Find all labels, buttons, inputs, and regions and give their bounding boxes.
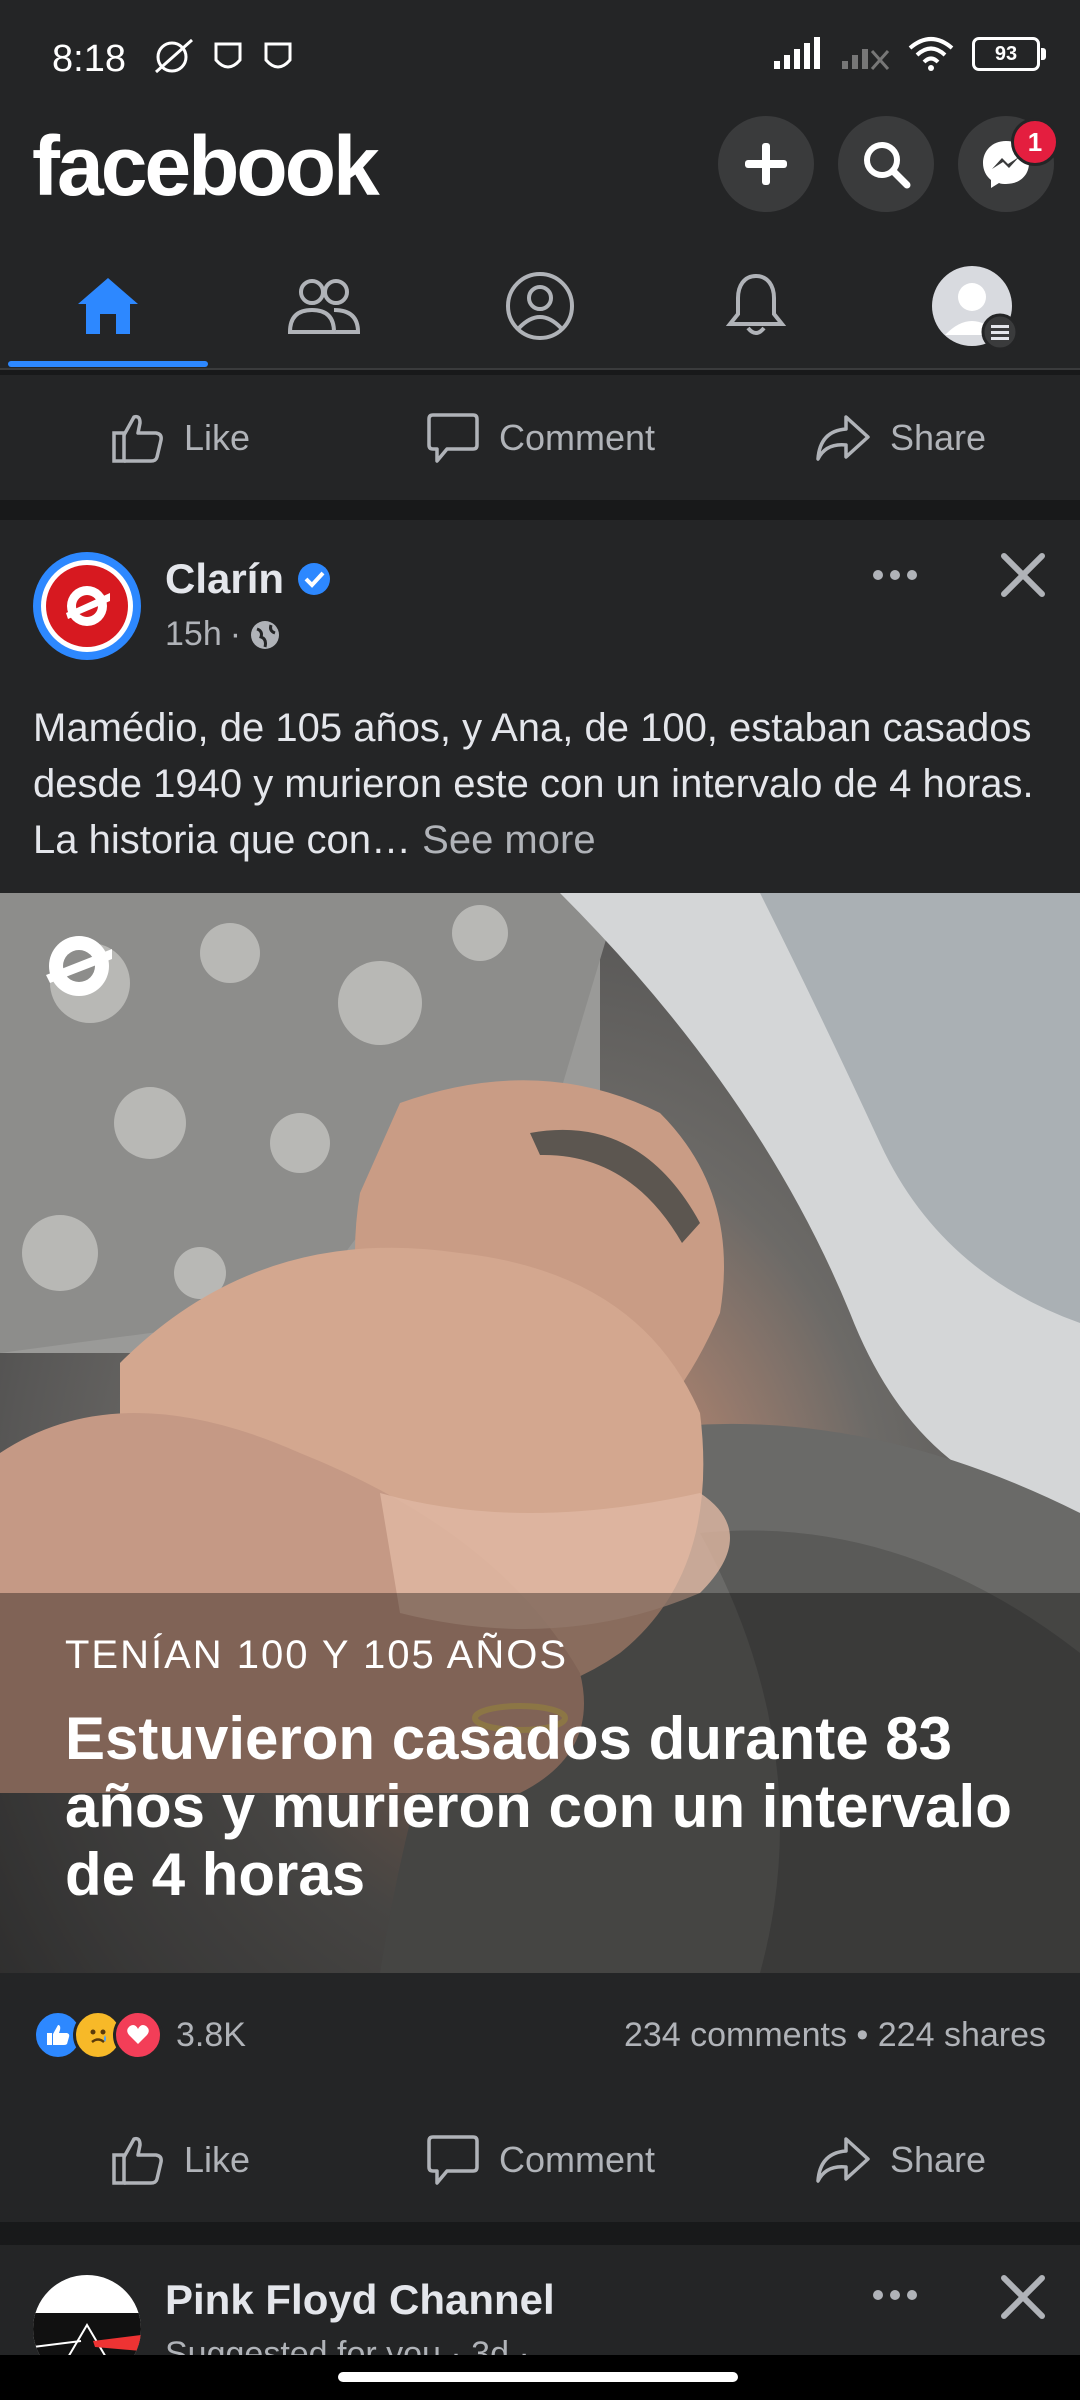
- stats-separator: •: [856, 2016, 869, 2054]
- post-author-avatar[interactable]: [33, 552, 141, 660]
- previous-post-actions: Like Comment Share: [0, 375, 1080, 500]
- tab-menu[interactable]: [864, 245, 1080, 367]
- post-meta: 15h ·: [165, 615, 281, 654]
- mute-alarm-icon: [155, 38, 193, 74]
- feed-gap: [0, 500, 1080, 520]
- app-notification-icon: [264, 42, 292, 69]
- shares-count[interactable]: 224 shares: [878, 2016, 1046, 2054]
- share-button[interactable]: Share: [720, 2097, 1080, 2222]
- reactions-summary[interactable]: [33, 2010, 163, 2060]
- search-icon: [864, 142, 911, 189]
- comment-button[interactable]: Comment: [360, 375, 720, 500]
- like-label: Like: [183, 2138, 251, 2180]
- next-post-author[interactable]: Pink Floyd Channel: [165, 2276, 555, 2324]
- post-author-name[interactable]: Clarín: [165, 555, 284, 603]
- post-actions: Like Comment Share: [0, 2097, 1080, 2222]
- comment-icon: [427, 412, 479, 463]
- like-button[interactable]: Like: [0, 375, 360, 500]
- create-button[interactable]: [718, 116, 814, 212]
- close-icon: [1001, 2275, 1045, 2319]
- comment-label: Comment: [498, 2138, 656, 2180]
- share-button[interactable]: Share: [720, 375, 1080, 500]
- friends-icon: [287, 279, 361, 334]
- globe-icon: [251, 620, 280, 649]
- more-options-icon: [873, 2290, 917, 2300]
- post-time[interactable]: 15h: [165, 615, 222, 654]
- nav-tabs: [0, 245, 1080, 370]
- comment-icon: [427, 2134, 479, 2185]
- profile-icon: [506, 272, 574, 340]
- meta-separator: ·: [229, 615, 242, 653]
- comments-count[interactable]: 234 comments: [624, 2016, 847, 2054]
- image-headline: Estuvieron casados durante 83 años y mur…: [65, 1705, 1012, 1908]
- hide-post-button[interactable]: [998, 550, 1048, 605]
- home-icon: [78, 278, 138, 334]
- clarin-logo-icon: [66, 586, 110, 626]
- tab-notifications[interactable]: [648, 245, 864, 367]
- share-label: Share: [889, 416, 987, 458]
- comment-button[interactable]: Comment: [360, 2097, 720, 2222]
- like-icon: [112, 2136, 163, 2185]
- see-more-link[interactable]: See more: [422, 818, 595, 862]
- search-button[interactable]: [838, 116, 934, 212]
- next-post-more-options-button[interactable]: [870, 2270, 920, 2325]
- status-system-icons: 93: [772, 36, 1046, 72]
- share-label: Share: [889, 2138, 987, 2180]
- menu-avatar-icon: [931, 265, 1019, 351]
- next-post-hide-button[interactable]: [998, 2272, 1048, 2327]
- love-reaction-icon: [113, 2010, 163, 2060]
- battery-level: 93: [994, 42, 1018, 65]
- tab-profile[interactable]: [432, 245, 648, 367]
- active-tab-indicator: [8, 361, 208, 367]
- verified-badge-icon: [298, 563, 331, 595]
- post-text: Mamédio, de 105 años, y Ana, de 100, est…: [33, 700, 1053, 868]
- status-time: 8:18: [52, 38, 126, 80]
- like-icon: [112, 414, 163, 463]
- plus-icon: [745, 143, 787, 185]
- home-indicator[interactable]: [338, 2372, 738, 2382]
- header-divider: [0, 368, 1080, 370]
- post-more-options-button[interactable]: [870, 545, 920, 610]
- like-button[interactable]: Like: [0, 2097, 360, 2222]
- post-stats: 234 comments • 224 shares: [624, 2016, 1046, 2055]
- feed-gap: [0, 2222, 1080, 2245]
- signal-off-icon: [842, 49, 890, 70]
- messenger-badge: 1: [1011, 118, 1059, 166]
- share-icon: [816, 2136, 870, 2183]
- post-author[interactable]: Clarín: [165, 555, 332, 603]
- clarin-watermark-icon: [46, 936, 112, 996]
- tab-friends[interactable]: [216, 245, 432, 367]
- close-icon: [1001, 553, 1045, 597]
- notifications-icon: [725, 273, 787, 335]
- share-icon: [816, 414, 870, 461]
- reaction-count[interactable]: 3.8K: [176, 2016, 246, 2055]
- menu-lines-icon: [981, 313, 1019, 351]
- more-options-icon: [873, 570, 917, 580]
- wifi-icon: [908, 37, 954, 71]
- image-kicker: TENÍAN 100 Y 105 AÑOS: [65, 1633, 568, 1677]
- facebook-logo: facebook: [32, 119, 380, 213]
- signal-icon: [774, 37, 820, 69]
- battery-icon: 93: [972, 37, 1046, 71]
- app-notification-icon: [214, 42, 242, 69]
- tab-home[interactable]: [0, 245, 216, 367]
- like-label: Like: [183, 416, 251, 458]
- comment-label: Comment: [498, 416, 656, 458]
- status-notification-icons: [152, 36, 296, 76]
